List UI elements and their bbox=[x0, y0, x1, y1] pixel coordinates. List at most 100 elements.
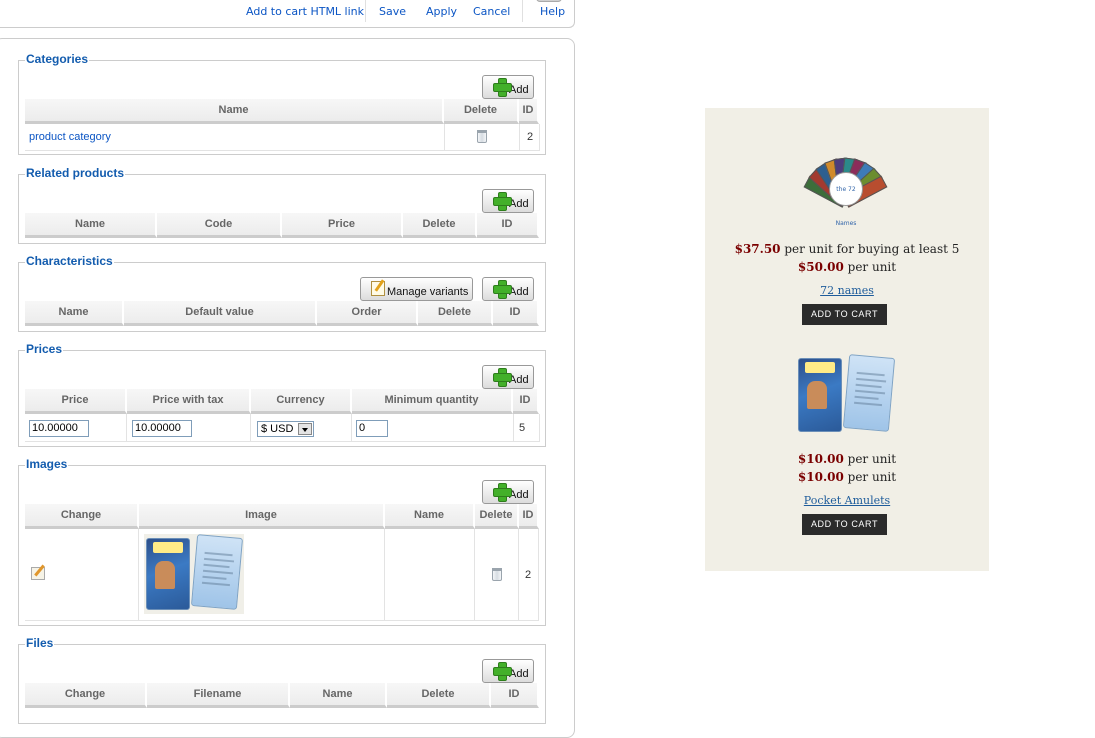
column-header: Name bbox=[290, 683, 387, 708]
characteristics-section: Characteristics Manage variants Add Name… bbox=[18, 254, 546, 332]
column-header: ID bbox=[513, 389, 539, 414]
delete-icon[interactable] bbox=[492, 568, 502, 581]
column-header: Price bbox=[25, 389, 127, 414]
unit-price-line: $50.00 per unit bbox=[797, 260, 897, 274]
column-header: Name bbox=[25, 99, 444, 124]
product-image-thumbnail[interactable] bbox=[144, 534, 244, 614]
column-header: Delete bbox=[475, 504, 519, 529]
images-legend: Images bbox=[25, 457, 69, 471]
column-header: ID bbox=[519, 99, 539, 124]
category-link[interactable]: product category bbox=[29, 131, 111, 143]
characteristics-legend: Characteristics bbox=[25, 254, 114, 268]
add-icon bbox=[493, 192, 512, 211]
toolbar-separator bbox=[365, 0, 366, 22]
prices-section: Prices Add Price Price with tax Currency… bbox=[18, 342, 546, 447]
manage-variants-button[interactable]: Manage variants bbox=[360, 277, 474, 301]
product-link-pocket-amulets[interactable]: Pocket Amulets bbox=[705, 494, 989, 507]
table-row: 2 bbox=[25, 529, 539, 621]
product-edit-panel: Categories Add Name Delete ID product ca… bbox=[0, 38, 575, 738]
add-to-cart-button[interactable]: ADD TO CART bbox=[802, 514, 887, 535]
categories-legend: Categories bbox=[25, 52, 90, 66]
price-id: 5 bbox=[519, 422, 526, 434]
category-id: 2 bbox=[527, 131, 534, 143]
add-image-button[interactable]: Add bbox=[482, 480, 534, 504]
price-with-tax-input[interactable]: 10.00000 bbox=[132, 420, 192, 437]
add-icon bbox=[493, 280, 512, 299]
column-header: Name bbox=[385, 504, 475, 529]
image-id: 2 bbox=[525, 569, 532, 581]
card-front-graphic bbox=[798, 358, 842, 432]
images-table-header: Change Image Name Delete ID bbox=[25, 504, 539, 529]
column-header: Price bbox=[282, 213, 403, 238]
tier-price-line: $37.50 per unit for buying at least 5 bbox=[734, 242, 960, 256]
chevron-down-icon bbox=[298, 423, 312, 435]
product-image-72-names[interactable]: the 72 Names bbox=[795, 144, 895, 227]
column-header: Delete bbox=[387, 683, 491, 708]
characteristics-table-header: Name Default value Order Delete ID bbox=[25, 301, 539, 326]
delete-icon[interactable] bbox=[477, 130, 487, 143]
column-header: Delete bbox=[444, 99, 519, 124]
help-icon[interactable] bbox=[536, 0, 562, 2]
apply-button[interactable]: Apply bbox=[426, 5, 457, 18]
add-icon bbox=[493, 78, 512, 97]
tier-price-line: $10.00 per unit bbox=[797, 452, 897, 466]
currency-select[interactable]: $ USD bbox=[257, 421, 314, 437]
column-header: ID bbox=[477, 213, 539, 238]
column-header: Filename bbox=[147, 683, 290, 708]
column-header: Change bbox=[25, 504, 139, 529]
card-back-graphic bbox=[190, 534, 244, 610]
add-price-button[interactable]: Add bbox=[482, 365, 534, 389]
column-header: Name bbox=[25, 213, 157, 238]
add-icon bbox=[493, 662, 512, 681]
column-header: Minimum quantity bbox=[352, 389, 513, 414]
add-icon bbox=[493, 368, 512, 387]
add-to-cart-html-link[interactable]: Add to cart HTML link bbox=[246, 5, 364, 18]
column-header: Delete bbox=[403, 213, 477, 238]
column-header: ID bbox=[491, 683, 539, 708]
notepad-icon bbox=[371, 281, 385, 296]
table-row: 10.00000 10.00000 $ USD 0 5 bbox=[25, 414, 540, 442]
files-table-header: Change Filename Name Delete ID bbox=[25, 683, 539, 708]
files-section: Files Add Change Filename Name Delete ID bbox=[18, 636, 546, 724]
related-products-section: Related products Add Name Code Price Del… bbox=[18, 166, 546, 244]
column-header: Image bbox=[139, 504, 385, 529]
seal-badge: the 72 Names bbox=[829, 172, 863, 227]
card-back-graphic bbox=[842, 354, 896, 432]
toolbar: Add to cart HTML link Save Apply Cancel … bbox=[0, 0, 575, 28]
column-header: Delete bbox=[418, 301, 493, 326]
column-header: ID bbox=[519, 504, 539, 529]
column-header: Currency bbox=[251, 389, 352, 414]
add-to-cart-button[interactable]: ADD TO CART bbox=[802, 304, 887, 325]
product-image-pocket-amulets[interactable] bbox=[795, 354, 896, 436]
cancel-button[interactable]: Cancel bbox=[473, 5, 510, 18]
save-button[interactable]: Save bbox=[379, 5, 406, 18]
categories-section: Categories Add Name Delete ID product ca… bbox=[18, 52, 546, 155]
column-header: Change bbox=[25, 683, 147, 708]
add-file-button[interactable]: Add bbox=[482, 659, 534, 683]
toolbar-separator bbox=[522, 0, 523, 22]
related-products-table-header: Name Code Price Delete ID bbox=[25, 213, 539, 238]
add-icon bbox=[493, 483, 512, 502]
card-front-graphic bbox=[146, 538, 190, 610]
column-header: Name bbox=[25, 301, 124, 326]
related-products-legend: Related products bbox=[25, 166, 126, 180]
images-section: Images Add Change Image Name Delete ID 2 bbox=[18, 457, 546, 626]
column-header: ID bbox=[493, 301, 539, 326]
minimum-quantity-input[interactable]: 0 bbox=[356, 420, 388, 437]
column-header: Price with tax bbox=[127, 389, 251, 414]
table-row: product category 2 bbox=[25, 124, 540, 151]
add-characteristic-button[interactable]: Add bbox=[482, 277, 534, 301]
prices-table-header: Price Price with tax Currency Minimum qu… bbox=[25, 389, 539, 414]
add-category-button[interactable]: Add bbox=[482, 75, 534, 99]
column-header: Default value bbox=[124, 301, 317, 326]
price-input[interactable]: 10.00000 bbox=[29, 420, 89, 437]
add-related-product-button[interactable]: Add bbox=[482, 189, 534, 213]
add-to-cart-preview: the 72 Names $37.50 per unit for buying … bbox=[705, 108, 989, 571]
column-header: Code bbox=[157, 213, 282, 238]
unit-price-line: $10.00 per unit bbox=[797, 470, 897, 484]
help-button[interactable]: Help bbox=[540, 5, 565, 18]
edit-image-icon[interactable] bbox=[31, 567, 45, 580]
prices-legend: Prices bbox=[25, 342, 64, 356]
files-legend: Files bbox=[25, 636, 55, 650]
product-link-72-names[interactable]: 72 names bbox=[705, 284, 989, 297]
